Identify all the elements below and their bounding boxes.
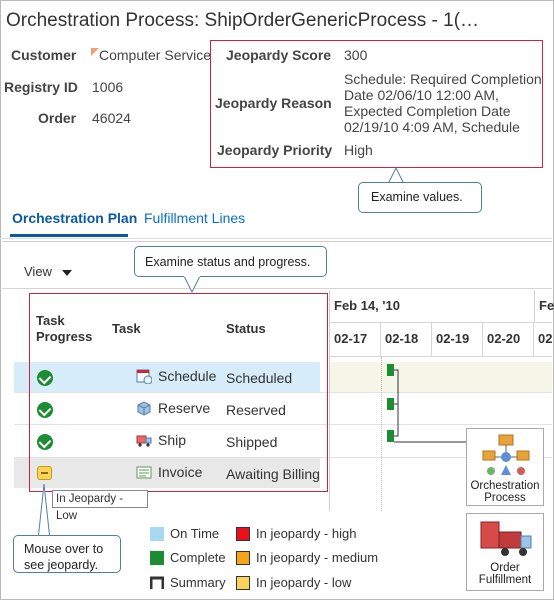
orchestration-process-icon [482,434,530,475]
legend-swatch-on-time [150,527,164,541]
gantt-day-header: 02-18 [381,322,432,356]
registry-value: 1006 [92,79,124,95]
jeopardy-priority-value: High [344,142,373,158]
gantt-day-header: 02-17 [330,322,381,356]
active-tab-indicator [10,234,128,237]
orchestration-process-button[interactable]: Orchestration Process [466,428,544,506]
gantt-bar-reserve [387,398,394,410]
gantt-bar-ship [387,430,394,442]
gantt-day-header: 02-19 [432,322,483,356]
gantt-dependency [394,369,399,405]
tab-fulfillment-lines[interactable]: Fulfillment Lines [144,210,245,226]
legend-label-jeopardy-high: In jeopardy - high [256,526,357,541]
legend-swatch-jeopardy-medium [236,551,250,565]
customer-label: Customer [11,47,77,63]
legend-label-jeopardy-medium: In jeopardy - medium [256,550,379,565]
task-name-reserve[interactable]: Reserve [158,400,210,416]
jeopardy-reason-value: Schedule: Required Completion Date 02/06… [344,71,542,135]
jeopardy-priority-label: Jeopardy Priority [217,142,333,158]
week-divider [534,290,535,322]
gantt-week-label-next: Fe [539,298,554,313]
customer-value[interactable]: Computer Service [99,47,211,63]
legend-swatch-jeopardy-high [236,527,250,541]
task-name-invoice[interactable]: Invoice [158,464,202,480]
toolbar-divider [2,288,552,289]
gantt-bar-schedule [387,364,394,376]
gantt-day-header: 02 [538,331,552,346]
legend-swatch-jeopardy-low [236,576,250,590]
view-menu-label: View [24,264,52,279]
complete-check-icon [37,434,53,450]
view-menu[interactable]: View [24,264,72,279]
task-status: Reserved [226,402,286,418]
jeopardy-score-label: Jeopardy Score [226,47,332,63]
legend-swatch-summary [150,576,164,589]
orchestration-process-label: Orchestration Process [470,480,540,504]
order-label: Order [38,110,77,126]
truck-icon [136,435,152,447]
truck-icon [480,521,532,556]
task-status: Shipped [226,434,278,450]
order-fulfillment-button[interactable]: Order Fulfillment [466,513,544,591]
gantt-dependency [394,403,399,437]
jeopardy-low-icon[interactable] [37,466,52,480]
jeopardy-reason-label: Jeopardy Reason [215,95,332,111]
column-header-task-progress[interactable]: Task Progress [36,313,92,345]
complete-check-icon [37,370,53,386]
order-value[interactable]: 46024 [92,110,131,126]
chevron-down-icon [61,269,72,276]
legend-swatch-complete [150,551,164,565]
examine-status-callout: Examine status and progress. [134,246,327,277]
task-status: Scheduled [226,370,293,386]
legend-label-summary: Summary [170,575,226,590]
task-status: Awaiting Billing [226,466,320,482]
invoice-icon [136,466,152,479]
column-header-status[interactable]: Status [226,321,266,336]
callout-pointer [37,483,51,541]
calendar-icon [136,369,152,384]
legend-label-complete: Complete [170,550,226,565]
jeopardy-tooltip: In Jeopardy - Low [52,490,148,522]
tab-orchestration-plan[interactable]: Orchestration Plan [12,210,137,226]
column-header-task[interactable]: Task [112,321,141,336]
order-fulfillment-label: Order Fulfillment [478,562,532,586]
gantt-header-divider [330,356,552,357]
gantt-day-header: 02-20 [483,322,534,356]
task-name-schedule[interactable]: Schedule [158,368,216,384]
gantt-week-label: Feb 14, '10 [334,298,400,313]
page-title: Orchestration Process: ShipOrderGenericP… [6,10,480,31]
task-name-ship[interactable]: Ship [158,432,186,448]
box-icon [137,401,151,416]
registry-label: Registry ID [4,79,78,95]
legend-label-jeopardy-low: In jeopardy - low [256,575,352,590]
complete-check-icon [37,402,53,418]
jeopardy-score-value: 300 [344,47,368,63]
legend-label-on-time: On Time [170,526,220,541]
mouse-over-callout: Mouse over to see jeopardy. [13,535,121,573]
